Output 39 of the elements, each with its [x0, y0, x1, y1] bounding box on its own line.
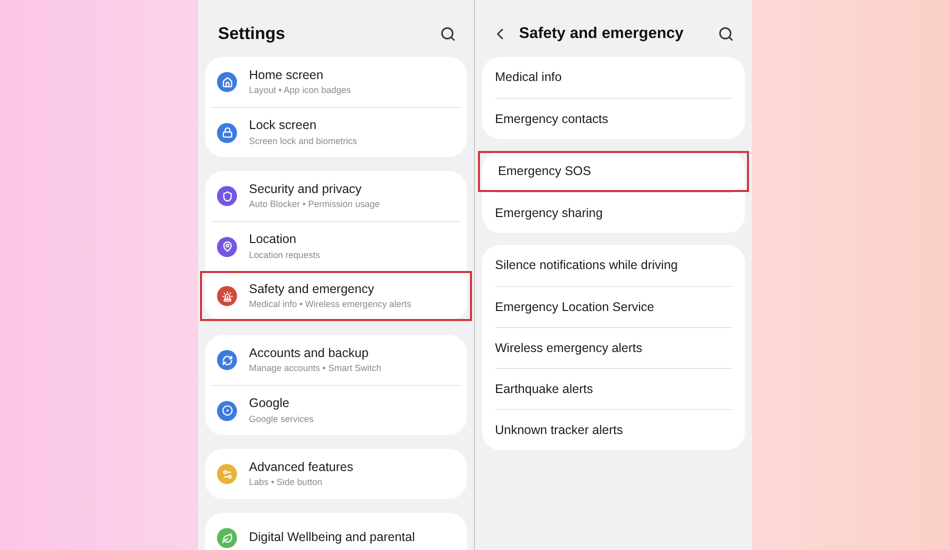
- item-subtitle: Auto Blocker • Permission usage: [249, 199, 380, 210]
- settings-item[interactable]: Unknown tracker alerts: [495, 409, 732, 450]
- settings-item[interactable]: Home screen Layout • App icon badges: [211, 57, 461, 107]
- settings-item[interactable]: Lock screen Screen lock and biometrics: [211, 107, 461, 157]
- settings-item[interactable]: Emergency contacts: [495, 98, 732, 139]
- item-subtitle: Screen lock and biometrics: [249, 136, 358, 147]
- search-icon[interactable]: [440, 26, 456, 42]
- item-title: Home screen: [249, 68, 324, 84]
- settings-item[interactable]: Wireless emergency alerts: [495, 327, 732, 368]
- item-title: Accounts and backup: [249, 346, 370, 362]
- item-subtitle: Google services: [249, 414, 314, 425]
- item-title: Digital Wellbeing and parental: [249, 530, 415, 546]
- item-subtitle: Location requests: [249, 250, 320, 261]
- item-title: Advanced features: [249, 460, 354, 476]
- item-title: Google: [249, 396, 290, 412]
- item-subtitle: Medical info • Wireless emergency alerts: [249, 299, 412, 310]
- settings-item[interactable]: Safety and emergency Medical info • Wireless emergency alerts: [200, 271, 472, 321]
- settings-item[interactable]: Emergency Location Service: [495, 286, 732, 327]
- item-title: Security and privacy: [249, 182, 363, 198]
- item-subtitle: Layout • App icon badges: [249, 85, 351, 96]
- screen-title: Safety and emergency: [519, 24, 685, 44]
- settings-item[interactable]: Earthquake alerts: [495, 368, 732, 409]
- settings-item[interactable]: Security and privacy Auto Blocker • Permission usage: [211, 171, 461, 221]
- item-subtitle: Manage accounts • Smart Switch: [249, 363, 382, 374]
- item-title: Location: [249, 232, 298, 248]
- settings-item[interactable]: Advanced features Labs • Side button: [211, 449, 461, 499]
- item-title: Lock screen: [249, 118, 318, 134]
- settings-item[interactable]: Location Location requests: [211, 221, 461, 271]
- screen-title: Settings: [218, 22, 286, 45]
- search-icon[interactable]: [718, 26, 734, 42]
- settings-item[interactable]: Emergency SOS: [478, 151, 749, 192]
- item-title: Safety and emergency: [249, 282, 376, 298]
- settings-item[interactable]: Silence notifications while driving: [495, 245, 732, 286]
- settings-item[interactable]: Medical info: [495, 57, 732, 98]
- settings-item[interactable]: Digital Wellbeing and parental: [211, 513, 461, 550]
- settings-item[interactable]: Accounts and backup Manage accounts • Smart Switch: [211, 335, 461, 385]
- settings-item[interactable]: Google Google services: [211, 385, 461, 435]
- settings-item[interactable]: Emergency sharing: [495, 192, 732, 233]
- item-subtitle: Labs • Side button: [249, 477, 324, 488]
